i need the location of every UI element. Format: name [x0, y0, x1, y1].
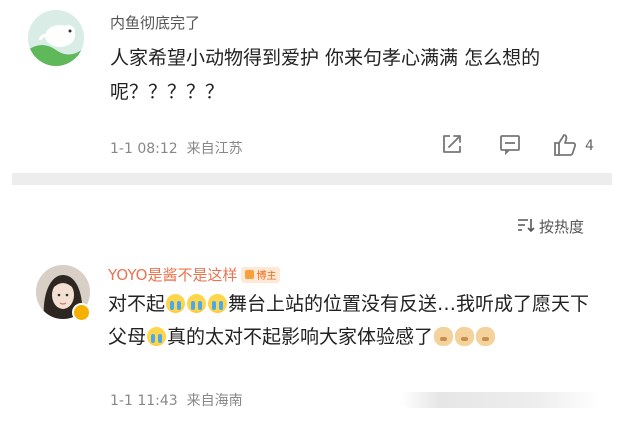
section-divider	[12, 173, 612, 185]
comment-icon[interactable]	[498, 132, 522, 160]
dog-emoji-icon	[434, 327, 454, 346]
comment-meta: 1-1 08:12 来自江苏	[110, 138, 243, 158]
share-icon[interactable]	[440, 132, 464, 160]
comment-meta: 1-1 11:43 来自海南	[110, 390, 243, 410]
verified-badge-icon	[72, 303, 91, 322]
comment-text-part: 真的太对不起影响大家体验感了	[167, 326, 434, 348]
cry-emoji-icon	[147, 327, 167, 346]
dog-emoji-icon	[476, 327, 496, 346]
author-badge: 博主	[241, 266, 281, 283]
crown-icon	[245, 270, 255, 279]
like-icon[interactable]	[552, 132, 578, 160]
comment-text-part: 对不起	[108, 293, 166, 315]
like-count: 4	[585, 138, 594, 154]
comment-username-row: YOYO是酱不是这样 博主	[108, 264, 281, 285]
cry-emoji-icon	[166, 294, 186, 313]
comment-location: 来自江苏	[186, 141, 243, 157]
comment-username[interactable]: 内鱼彻底完了	[110, 12, 200, 33]
sort-icon	[517, 218, 535, 236]
sort-button[interactable]: 按热度	[517, 216, 584, 237]
sort-label: 按热度	[539, 218, 585, 236]
comment-date: 1-1 11:43	[110, 393, 178, 409]
cry-emoji-icon	[187, 294, 207, 313]
comment-username[interactable]: YOYO是酱不是这样	[108, 264, 237, 285]
comment-text: 人家希望小动物得到爱护 你来句孝心满满 怎么想的呢？？？？？	[110, 47, 541, 103]
comment-location: 来自海南	[186, 393, 243, 409]
watermark-blur	[400, 392, 600, 408]
comment-date: 1-1 08:12	[110, 141, 178, 157]
avatar[interactable]	[28, 10, 84, 66]
cry-emoji-icon	[208, 294, 228, 313]
comment-text: 对不起 舞台上站的位置没有反送…我听成了愿天下父母 真的太对不起影响大家体验感了	[108, 288, 608, 354]
dog-emoji-icon	[455, 327, 475, 346]
